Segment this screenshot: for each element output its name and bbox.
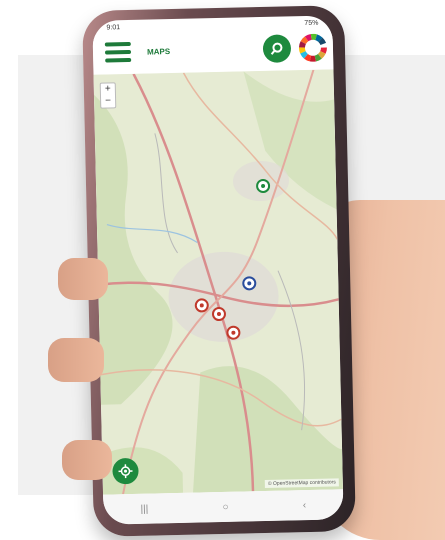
search-icon [270, 42, 283, 55]
left-finger-3 [62, 440, 112, 480]
zoom-out-button[interactable]: − [101, 95, 115, 107]
status-time: 9:01 [106, 23, 121, 31]
sdg-wheel-icon[interactable] [298, 33, 328, 62]
status-battery: 75% [304, 19, 319, 27]
zoom-in-button[interactable]: + [101, 83, 115, 95]
nav-home-button[interactable]: ○ [222, 501, 228, 512]
map-background [93, 69, 343, 495]
system-nav-bar: ||| ○ ‹ [103, 489, 344, 525]
app-title: MAPS [146, 47, 171, 57]
menu-icon[interactable] [104, 41, 132, 63]
locate-icon [118, 464, 133, 479]
nav-recent-button[interactable]: ||| [140, 503, 148, 514]
search-button[interactable] [262, 34, 292, 63]
left-finger-1 [58, 258, 108, 300]
map-view[interactable]: + − © OpenStreetMap contributors [93, 69, 343, 495]
phone-screen: 9:01 75% MAPS + − © OpenStreetMap contri… [92, 15, 344, 525]
map-attribution[interactable]: © OpenStreetMap contributors [264, 478, 339, 489]
left-finger-2 [48, 338, 104, 382]
zoom-control: + − [99, 82, 117, 109]
nav-back-button[interactable]: ‹ [303, 500, 307, 511]
smartphone: 9:01 75% MAPS + − © OpenStreetMap contri… [82, 5, 356, 537]
app-header: MAPS [92, 29, 334, 75]
